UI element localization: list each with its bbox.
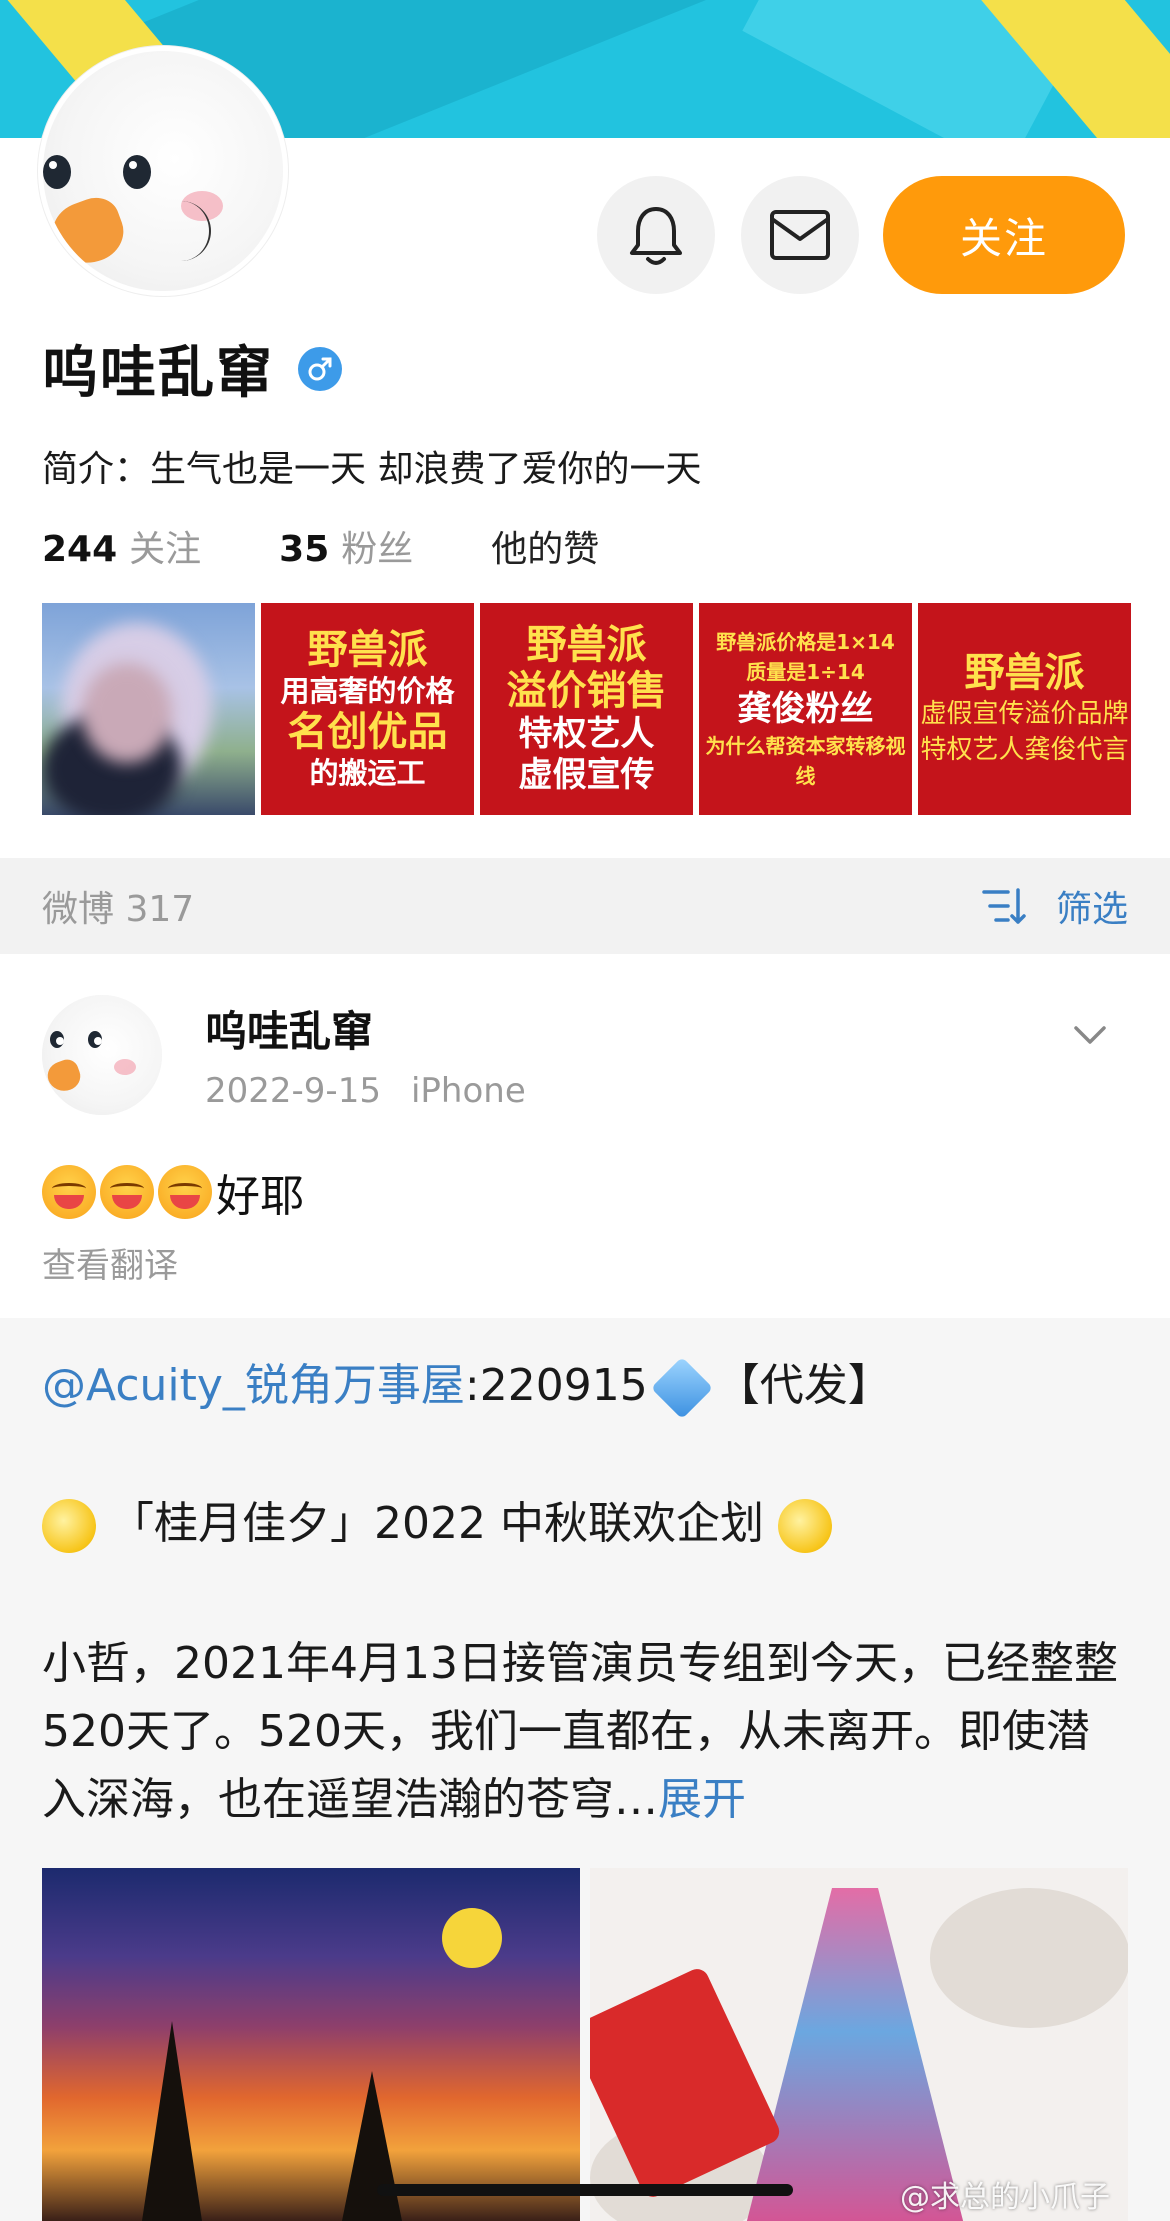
- moon-emoji-icon: [777, 1499, 832, 1553]
- follow-button[interactable]: 关注: [883, 176, 1125, 294]
- weibo-count: 微博 317: [42, 889, 195, 930]
- album-photo-1[interactable]: [42, 603, 255, 815]
- male-gender-icon: [298, 346, 342, 391]
- chevron-down-icon[interactable]: [1072, 1024, 1108, 1046]
- post-author-avatar[interactable]: [42, 995, 162, 1115]
- home-indicator[interactable]: [377, 2184, 793, 2196]
- profile-name-row: 呜哇乱窜: [42, 328, 342, 409]
- likes-stat[interactable]: 他的赞: [491, 520, 599, 572]
- post-author-name[interactable]: 呜哇乱窜: [205, 998, 373, 1059]
- heart-eyes-emoji-icon: [100, 1165, 154, 1219]
- filter-icon: [982, 888, 1026, 924]
- post-date: 2022-9-15: [205, 1071, 381, 1111]
- repost-image-night-painting[interactable]: [42, 1868, 580, 2221]
- profile-bio: 简介：生气也是一天 却浪费了爱你的一天: [42, 449, 702, 490]
- repost-image-tower-painting[interactable]: [590, 1868, 1128, 2221]
- album-photo-5[interactable]: 野兽派 虚假宣传溢价品牌 特权艺人龚俊代言: [918, 603, 1131, 815]
- mail-icon: [770, 210, 830, 260]
- repost-mention[interactable]: @Acuity_锐角万事屋: [42, 1360, 465, 1411]
- watermark: @求总的小爪子: [900, 2180, 1110, 2215]
- album-photo-4[interactable]: 野兽派价格是1×14 质量是1÷14 龚俊粉丝 为什么帮资本家转移视线: [699, 603, 912, 815]
- followers-stat[interactable]: 35 粉丝: [279, 520, 413, 572]
- notification-button[interactable]: [597, 176, 715, 294]
- message-button[interactable]: [741, 176, 859, 294]
- post-device: iPhone: [410, 1071, 526, 1111]
- bell-icon: [630, 207, 682, 265]
- moon-emoji-icon: [42, 1499, 96, 1553]
- repost-paragraph: 小哲，2021年4月13日接管演员专组到今天，已经整整520天了。520天，我们…: [42, 1638, 1118, 1825]
- following-stat[interactable]: 244 关注: [42, 520, 201, 572]
- photo-album: 野兽派 用高奢的价格 名创优品 的搬运工 野兽派 溢价销售 特权艺人 虚假宣传 …: [42, 603, 1131, 815]
- album-photo-3[interactable]: 野兽派 溢价销售 特权艺人 虚假宣传: [480, 603, 693, 815]
- post-text: 好耶: [42, 1160, 304, 1224]
- filter-button[interactable]: 筛选: [982, 880, 1128, 932]
- profile-name: 呜哇乱窜: [42, 341, 274, 406]
- profile-avatar[interactable]: [38, 46, 288, 296]
- heart-eyes-emoji-icon: [158, 1165, 212, 1219]
- post-meta: 2022-9-15 iPhone: [205, 1071, 526, 1111]
- repost-title: 「桂月佳夕」2022 中秋联欢企划: [42, 1490, 832, 1558]
- translate-link[interactable]: 查看翻译: [42, 1238, 178, 1287]
- expand-link[interactable]: 展开: [658, 1774, 746, 1825]
- heart-eyes-emoji-icon: [42, 1165, 96, 1219]
- weibo-count-bar: 微博 317 筛选: [0, 858, 1170, 954]
- diamond-icon: [650, 1356, 713, 1420]
- album-photo-2[interactable]: 野兽派 用高奢的价格 名创优品 的搬运工: [261, 603, 474, 815]
- repost-header: @Acuity_锐角万事屋:220915 【代发】: [42, 1352, 892, 1420]
- profile-stats: 244 关注 35 粉丝 他的赞: [42, 520, 677, 572]
